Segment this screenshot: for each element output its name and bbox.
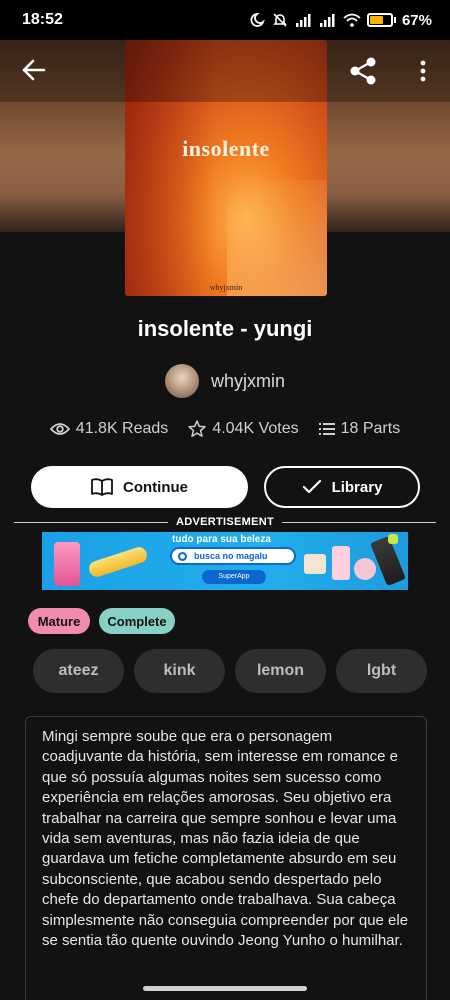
ad-search-text: busca no magalu [194, 551, 268, 561]
author-avatar[interactable] [164, 364, 199, 398]
library-button[interactable]: Library [264, 466, 420, 508]
home-indicator[interactable] [143, 986, 307, 991]
reads-count: 41.8K Reads [75, 420, 169, 437]
continue-button[interactable]: Continue [31, 466, 248, 508]
status-time: 18:52 [22, 11, 63, 28]
complete-badge: Complete [99, 608, 175, 634]
votes-count: 4.04K Votes [212, 420, 299, 437]
description-box: Mingi sempre soube que era o personagem … [25, 716, 427, 1000]
more-vertical-icon[interactable] [414, 58, 432, 84]
arrow-left-icon[interactable] [20, 56, 48, 84]
toolbar-shade [0, 40, 450, 102]
ad-product-image [370, 535, 406, 587]
eye-icon [49, 423, 70, 435]
book-open-icon [91, 478, 113, 496]
tag-chip[interactable]: kink [134, 649, 225, 693]
list-icon [318, 423, 335, 435]
ad-product-image [332, 546, 350, 580]
parts-count: 18 Parts [340, 420, 401, 437]
mature-badge: Mature [28, 608, 90, 634]
ad-product-image [304, 554, 326, 574]
votes-stat: 4.04K Votes [188, 420, 299, 438]
wifi-icon [343, 13, 361, 27]
ad-search-bar: busca no magalu [170, 547, 296, 565]
ad-product-image [54, 542, 80, 586]
check-icon [302, 479, 321, 494]
battery-icon [366, 13, 396, 27]
star-icon [188, 420, 207, 437]
signal-icon [319, 14, 335, 27]
signal-icon [295, 14, 311, 27]
ad-product-image [388, 534, 398, 544]
reads-stat: 41.8K Reads [49, 420, 169, 438]
continue-label: Continue [123, 478, 188, 496]
status-icons: 67% [247, 12, 432, 29]
parts-stat: 18 Parts [318, 420, 401, 438]
library-label: Library [331, 478, 383, 496]
ad-pill: SuperApp [202, 570, 266, 584]
ad-headline: tudo para sua beleza [172, 534, 271, 545]
story-stats: 41.8K Reads 4.04K Votes 18 Parts [0, 420, 450, 438]
tag-chip[interactable]: lemon [235, 649, 326, 693]
cover-author: whyjxmin [209, 283, 243, 292]
ad-divider: ADVERTISEMENT [14, 515, 436, 529]
moon-icon [250, 13, 265, 27]
tag-chip[interactable]: ateez [33, 649, 124, 693]
share-icon[interactable] [348, 56, 378, 86]
story-title: insolente - yungi [137, 316, 313, 341]
status-bar: 18:52 67% [0, 0, 450, 40]
ad-banner[interactable]: tudo para sua beleza busca no magalu Sup… [42, 532, 408, 590]
bell-off-icon [273, 13, 287, 27]
ad-product-image [86, 545, 150, 579]
cover-title: insolente [182, 136, 270, 161]
battery-percent: 67% [401, 11, 432, 29]
author-name[interactable]: whyjxmin [211, 371, 285, 392]
story-description: Mingi sempre soube que era o personagem … [42, 728, 409, 950]
ad-product-image [354, 558, 376, 580]
author-row[interactable]: whyjxmin [0, 364, 450, 398]
ad-label: ADVERTISEMENT [175, 516, 275, 528]
tag-chip[interactable]: lgbt [336, 649, 427, 693]
